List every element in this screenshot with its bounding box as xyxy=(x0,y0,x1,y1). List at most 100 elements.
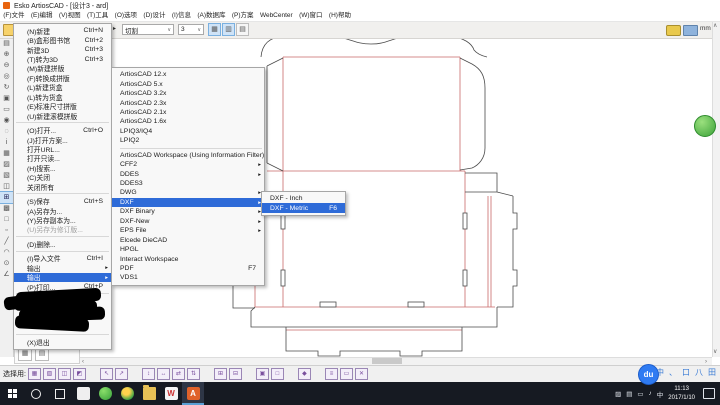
sheet-icon[interactable]: ▤ xyxy=(0,38,13,49)
paste-icon[interactable]: ▫ xyxy=(0,225,13,236)
zoom-out-icon[interactable]: ⊖ xyxy=(0,60,13,71)
export-format-item[interactable]: ArtiosCAD Workspace (Using Information F… xyxy=(112,151,264,160)
list-icon[interactable]: ≡ xyxy=(325,368,338,380)
file-menu-item[interactable]: (D)删除... xyxy=(14,239,111,248)
file-menu-item[interactable]: (J)打开方案... xyxy=(14,135,111,144)
board1-icon[interactable]: ▦ xyxy=(0,148,13,159)
zoom-window-icon[interactable]: ◎ xyxy=(0,71,13,82)
taskbar-app-360[interactable] xyxy=(94,382,116,405)
line-tool-icon[interactable]: ╱ xyxy=(0,236,13,247)
export-format-item[interactable]: Interact Workspace xyxy=(112,254,264,263)
tray-green-icon[interactable]: ▨ xyxy=(615,390,621,398)
vertical-scrollbar[interactable] xyxy=(712,21,720,357)
menubar-item[interactable]: (D)设计 xyxy=(140,11,168,21)
file-menu-item[interactable]: 打开URL... xyxy=(14,144,111,153)
menubar-item[interactable]: (I)信息 xyxy=(169,11,195,21)
export-format-item[interactable]: Elcede DieCAD xyxy=(112,235,264,244)
export-format-item[interactable]: ArtiosCAD 12.x xyxy=(112,70,264,79)
file-menu-item-export[interactable]: 输出 xyxy=(14,273,111,282)
menubar-item[interactable]: (A)数据库 xyxy=(194,11,229,21)
hatch-icon[interactable]: ▩ xyxy=(0,203,13,214)
file-menu-item[interactable]: (L)转为货盒 xyxy=(14,92,111,101)
file-menu-item[interactable]: 新建3D Ctrl+3 xyxy=(14,45,111,54)
floating-accelerator-ball[interactable] xyxy=(694,115,716,137)
select-inside-icon[interactable]: ▦ xyxy=(28,368,41,380)
tray-volume-icon[interactable]: ♪ xyxy=(649,390,652,397)
menubar-item[interactable]: (H)帮助 xyxy=(326,11,354,21)
file-menu-item[interactable]: (T)转为3D Ctrl+3 xyxy=(14,54,111,63)
menubar-item[interactable]: (T)工具 xyxy=(84,11,112,21)
scroll-up-arrow[interactable]: ∧ xyxy=(713,22,717,30)
file-menu-item[interactable]: 输出 xyxy=(14,263,111,272)
export-format-item[interactable]: DXF Binary xyxy=(112,207,264,216)
export-format-item[interactable]: VDS1 xyxy=(112,273,264,282)
layers-toggle-button[interactable]: ▥ xyxy=(222,23,235,36)
move-h-icon[interactable]: ↔ xyxy=(157,368,170,380)
grid-minus-icon[interactable]: ⊟ xyxy=(229,368,242,380)
file-menu-item[interactable]: (F)转换成拼版 xyxy=(14,73,111,82)
export-format-item[interactable]: PDF F7 xyxy=(112,264,264,273)
file-menu-item[interactable]: 关闭所有 xyxy=(14,182,111,191)
dxf-metric-item[interactable]: DXF - Metric F6 xyxy=(262,203,345,212)
board3-icon[interactable]: ▧ xyxy=(0,170,13,181)
ime-fullhalf-icon[interactable]: 口 xyxy=(682,367,690,378)
export-format-item[interactable]: DXF-New xyxy=(112,217,264,226)
file-menu-item[interactable]: (O)打开... Ctrl+O xyxy=(14,125,111,134)
tray-ime-icon[interactable]: 中 xyxy=(657,389,664,399)
menubar-item[interactable]: (W)窗口 xyxy=(296,11,326,21)
snap-toggle-button[interactable]: ▦ xyxy=(208,23,221,36)
bar-icon[interactable]: ▭ xyxy=(340,368,353,380)
select-cross-icon[interactable]: ▧ xyxy=(43,368,56,380)
menubar-item[interactable]: (P)方案 xyxy=(229,11,257,21)
file-menu-item[interactable]: (I)导入文件 Ctrl+I xyxy=(14,254,111,263)
search-button[interactable] xyxy=(24,389,48,399)
file-menu-item[interactable]: (S)保存 Ctrl+S xyxy=(14,196,111,205)
export-format-item[interactable]: ArtiosCAD 5.x xyxy=(112,79,264,88)
export-format-item[interactable]: DDES xyxy=(112,169,264,178)
export-format-item[interactable]: LPIQ3/IQ4 xyxy=(112,127,264,136)
move-v-icon[interactable]: ↕ xyxy=(142,368,155,380)
file-menu-item[interactable]: (Y)另存副本为... xyxy=(14,215,111,224)
file-menu-item[interactable]: (E)标准尺寸拼版 xyxy=(14,102,111,111)
arc-tool-icon[interactable]: ◠ xyxy=(0,247,13,258)
pointer-icon[interactable]: ↖ xyxy=(100,368,113,380)
export-format-item[interactable]: DWG xyxy=(112,188,264,197)
ime-board-icon[interactable]: 田 xyxy=(708,367,716,378)
export-format-item[interactable]: LPIQ2 xyxy=(112,136,264,145)
ime-person-icon[interactable]: 八 xyxy=(695,367,703,378)
rotate-view-icon[interactable]: ↻ xyxy=(0,82,13,93)
add-part-icon[interactable]: ⊞ xyxy=(0,192,13,203)
export-format-item[interactable]: ArtiosCAD 3.2x xyxy=(112,89,264,98)
frame-icon[interactable]: ▣ xyxy=(0,93,13,104)
export-format-item[interactable]: HPGL xyxy=(112,245,264,254)
export-format-item[interactable]: ArtiosCAD 1.6x xyxy=(112,117,264,126)
file-menu-item[interactable]: (X)退出 xyxy=(14,337,111,346)
taskbar-app-artioscad[interactable]: A xyxy=(182,382,204,405)
diamond-icon[interactable]: ◆ xyxy=(298,368,311,380)
board2-icon[interactable]: ▨ xyxy=(0,159,13,170)
menubar-item[interactable]: (F)文件 xyxy=(0,11,28,21)
file-menu-item[interactable]: (U)新建滚模拼版 xyxy=(14,111,111,120)
taskbar-app-explorer[interactable] xyxy=(138,382,160,405)
grid-toggle-button[interactable]: ▤ xyxy=(236,23,249,36)
export-format-item[interactable]: ArtiosCAD 2.1x xyxy=(112,108,264,117)
pen-width-select[interactable]: 3 ∨ xyxy=(178,24,204,35)
menubar-item[interactable]: (E)编辑 xyxy=(28,11,56,21)
grid-plus-icon[interactable]: ⊞ xyxy=(214,368,227,380)
curve-tool-icon[interactable]: ◉ xyxy=(0,115,13,126)
du-badge-icon[interactable]: du xyxy=(638,364,659,385)
start-button[interactable] xyxy=(0,382,24,405)
select-icon[interactable]: ▭ xyxy=(0,104,13,115)
swap-icon[interactable]: ⇄ xyxy=(172,368,185,380)
ime-punct-icon[interactable]: 、 xyxy=(669,367,677,378)
menubar-item[interactable]: (O)选项 xyxy=(111,11,140,21)
scroll-down-arrow[interactable]: ∨ xyxy=(713,348,717,356)
file-menu-item[interactable]: (M)新建拼版 xyxy=(14,64,111,73)
board4-icon[interactable]: ◫ xyxy=(0,181,13,192)
taskbar-app-browser[interactable] xyxy=(116,382,138,405)
select-layer-icon[interactable]: ◩ xyxy=(73,368,86,380)
menubar-item[interactable]: (V)视图 xyxy=(56,11,84,21)
flip-icon[interactable]: ⇅ xyxy=(187,368,200,380)
copy-icon[interactable]: □ xyxy=(0,214,13,225)
scrollbar-thumb[interactable] xyxy=(372,358,402,364)
